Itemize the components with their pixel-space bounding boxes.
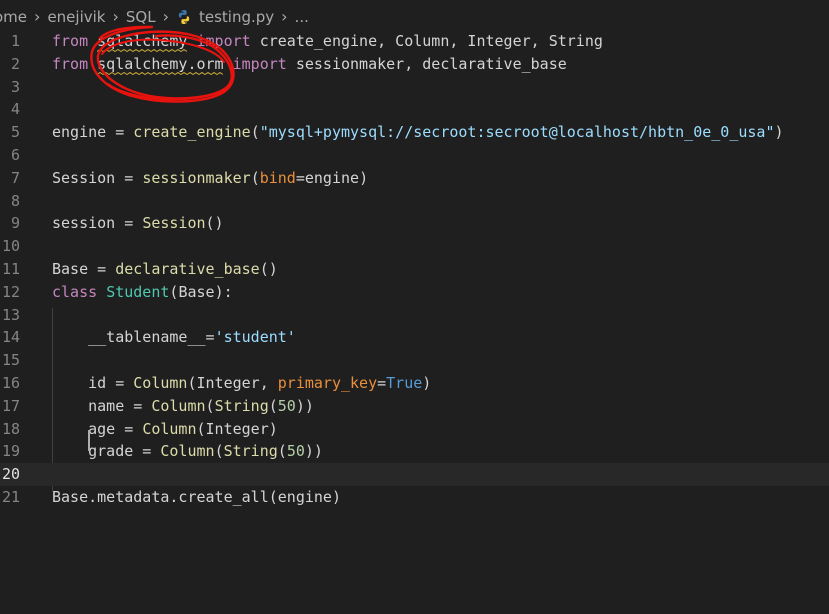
red-circle-annotation <box>90 25 235 103</box>
